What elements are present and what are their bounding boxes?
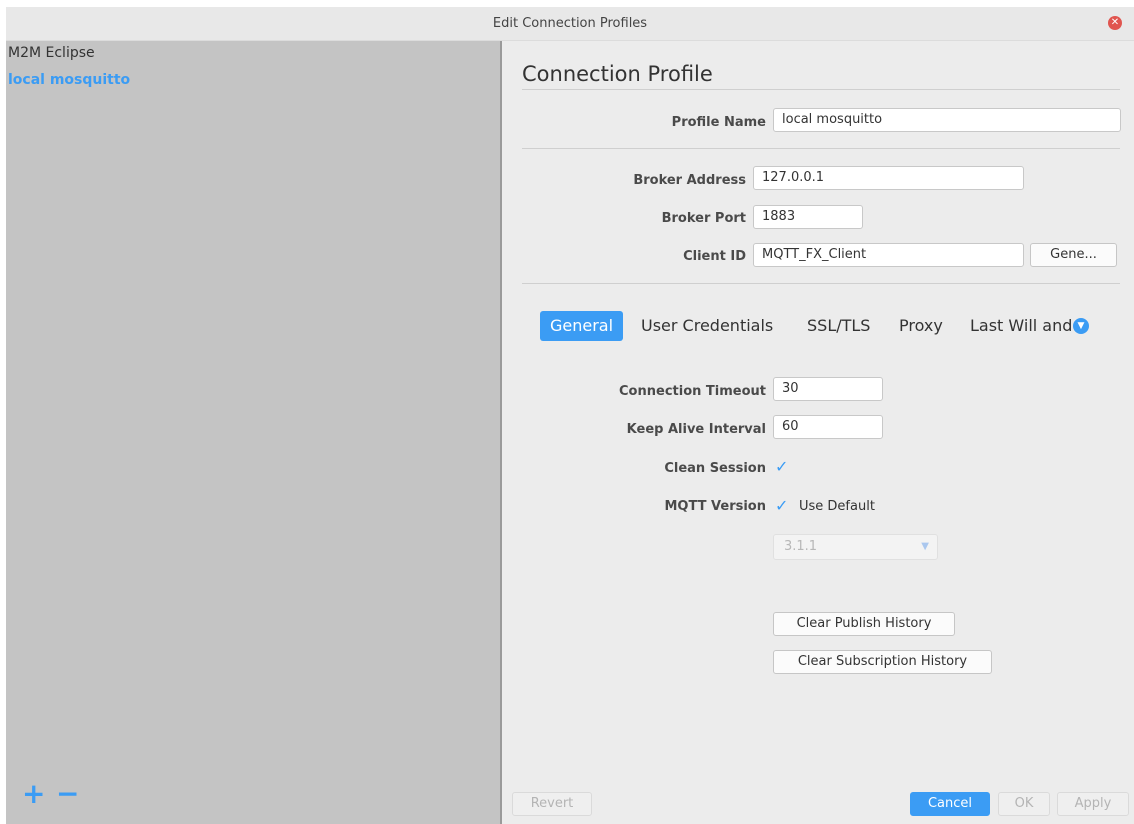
mqtt-version-select[interactable]: 3.1.1 ▼ [773, 534, 938, 560]
profile-name-field[interactable]: local mosquitto [773, 108, 1121, 132]
profile-item-m2m-eclipse[interactable]: M2M Eclipse [8, 45, 95, 61]
connection-profile-heading: Connection Profile [522, 62, 713, 86]
mqtt-version-value: 3.1.1 [784, 539, 818, 554]
tab-general[interactable]: General [540, 311, 624, 341]
tab-last-will[interactable]: Last Will and T [970, 311, 1072, 341]
chevron-down-icon: ▼ [921, 541, 929, 552]
chevron-down-icon[interactable]: ▼ [1073, 318, 1089, 334]
remove-profile-button[interactable]: − [56, 780, 79, 808]
use-default-checkbox[interactable]: ✓ [775, 496, 788, 515]
clean-session-label: Clean Session [664, 461, 766, 476]
add-profile-button[interactable]: + [22, 780, 45, 808]
client-id-label: Client ID [683, 249, 746, 264]
profile-divider [522, 148, 1120, 149]
generate-client-id-button[interactable]: Gene... [1030, 243, 1117, 267]
tab-ssl-tls[interactable]: SSL/TLS [807, 311, 870, 341]
broker-address-field[interactable]: 127.0.0.1 [753, 166, 1024, 190]
profile-name-label: Profile Name [671, 115, 766, 130]
mqtt-version-label: MQTT Version [664, 499, 766, 514]
connection-timeout-label: Connection Timeout [619, 384, 766, 399]
clean-session-checkbox[interactable]: ✓ [775, 457, 788, 476]
connection-timeout-field[interactable]: 30 [773, 377, 883, 401]
profile-item-local-mosquitto[interactable]: local mosquitto [8, 72, 130, 88]
title-bar: Edit Connection Profiles ✕ [6, 7, 1134, 41]
use-default-label: Use Default [799, 499, 875, 514]
tab-user-credentials[interactable]: User Credentials [641, 311, 773, 341]
tab-proxy[interactable]: Proxy [899, 311, 943, 341]
ok-button[interactable]: OK [998, 792, 1050, 816]
profile-list-sidebar [6, 41, 500, 824]
keep-alive-interval-field[interactable]: 60 [773, 415, 883, 439]
broker-port-field[interactable]: 1883 [753, 205, 863, 229]
heading-divider [522, 89, 1120, 90]
revert-button[interactable]: Revert [512, 792, 592, 816]
connection-divider [522, 283, 1120, 284]
keep-alive-interval-label: Keep Alive Interval [626, 422, 766, 437]
cancel-button[interactable]: Cancel [910, 792, 990, 816]
broker-port-label: Broker Port [661, 211, 746, 226]
apply-button[interactable]: Apply [1057, 792, 1129, 816]
client-id-field[interactable]: MQTT_FX_Client [753, 243, 1024, 267]
window-title: Edit Connection Profiles [492, 16, 648, 31]
clear-subscription-history-button[interactable]: Clear Subscription History [773, 650, 992, 674]
close-icon[interactable]: ✕ [1108, 16, 1122, 30]
broker-address-label: Broker Address [633, 173, 746, 188]
clear-publish-history-button[interactable]: Clear Publish History [773, 612, 955, 636]
